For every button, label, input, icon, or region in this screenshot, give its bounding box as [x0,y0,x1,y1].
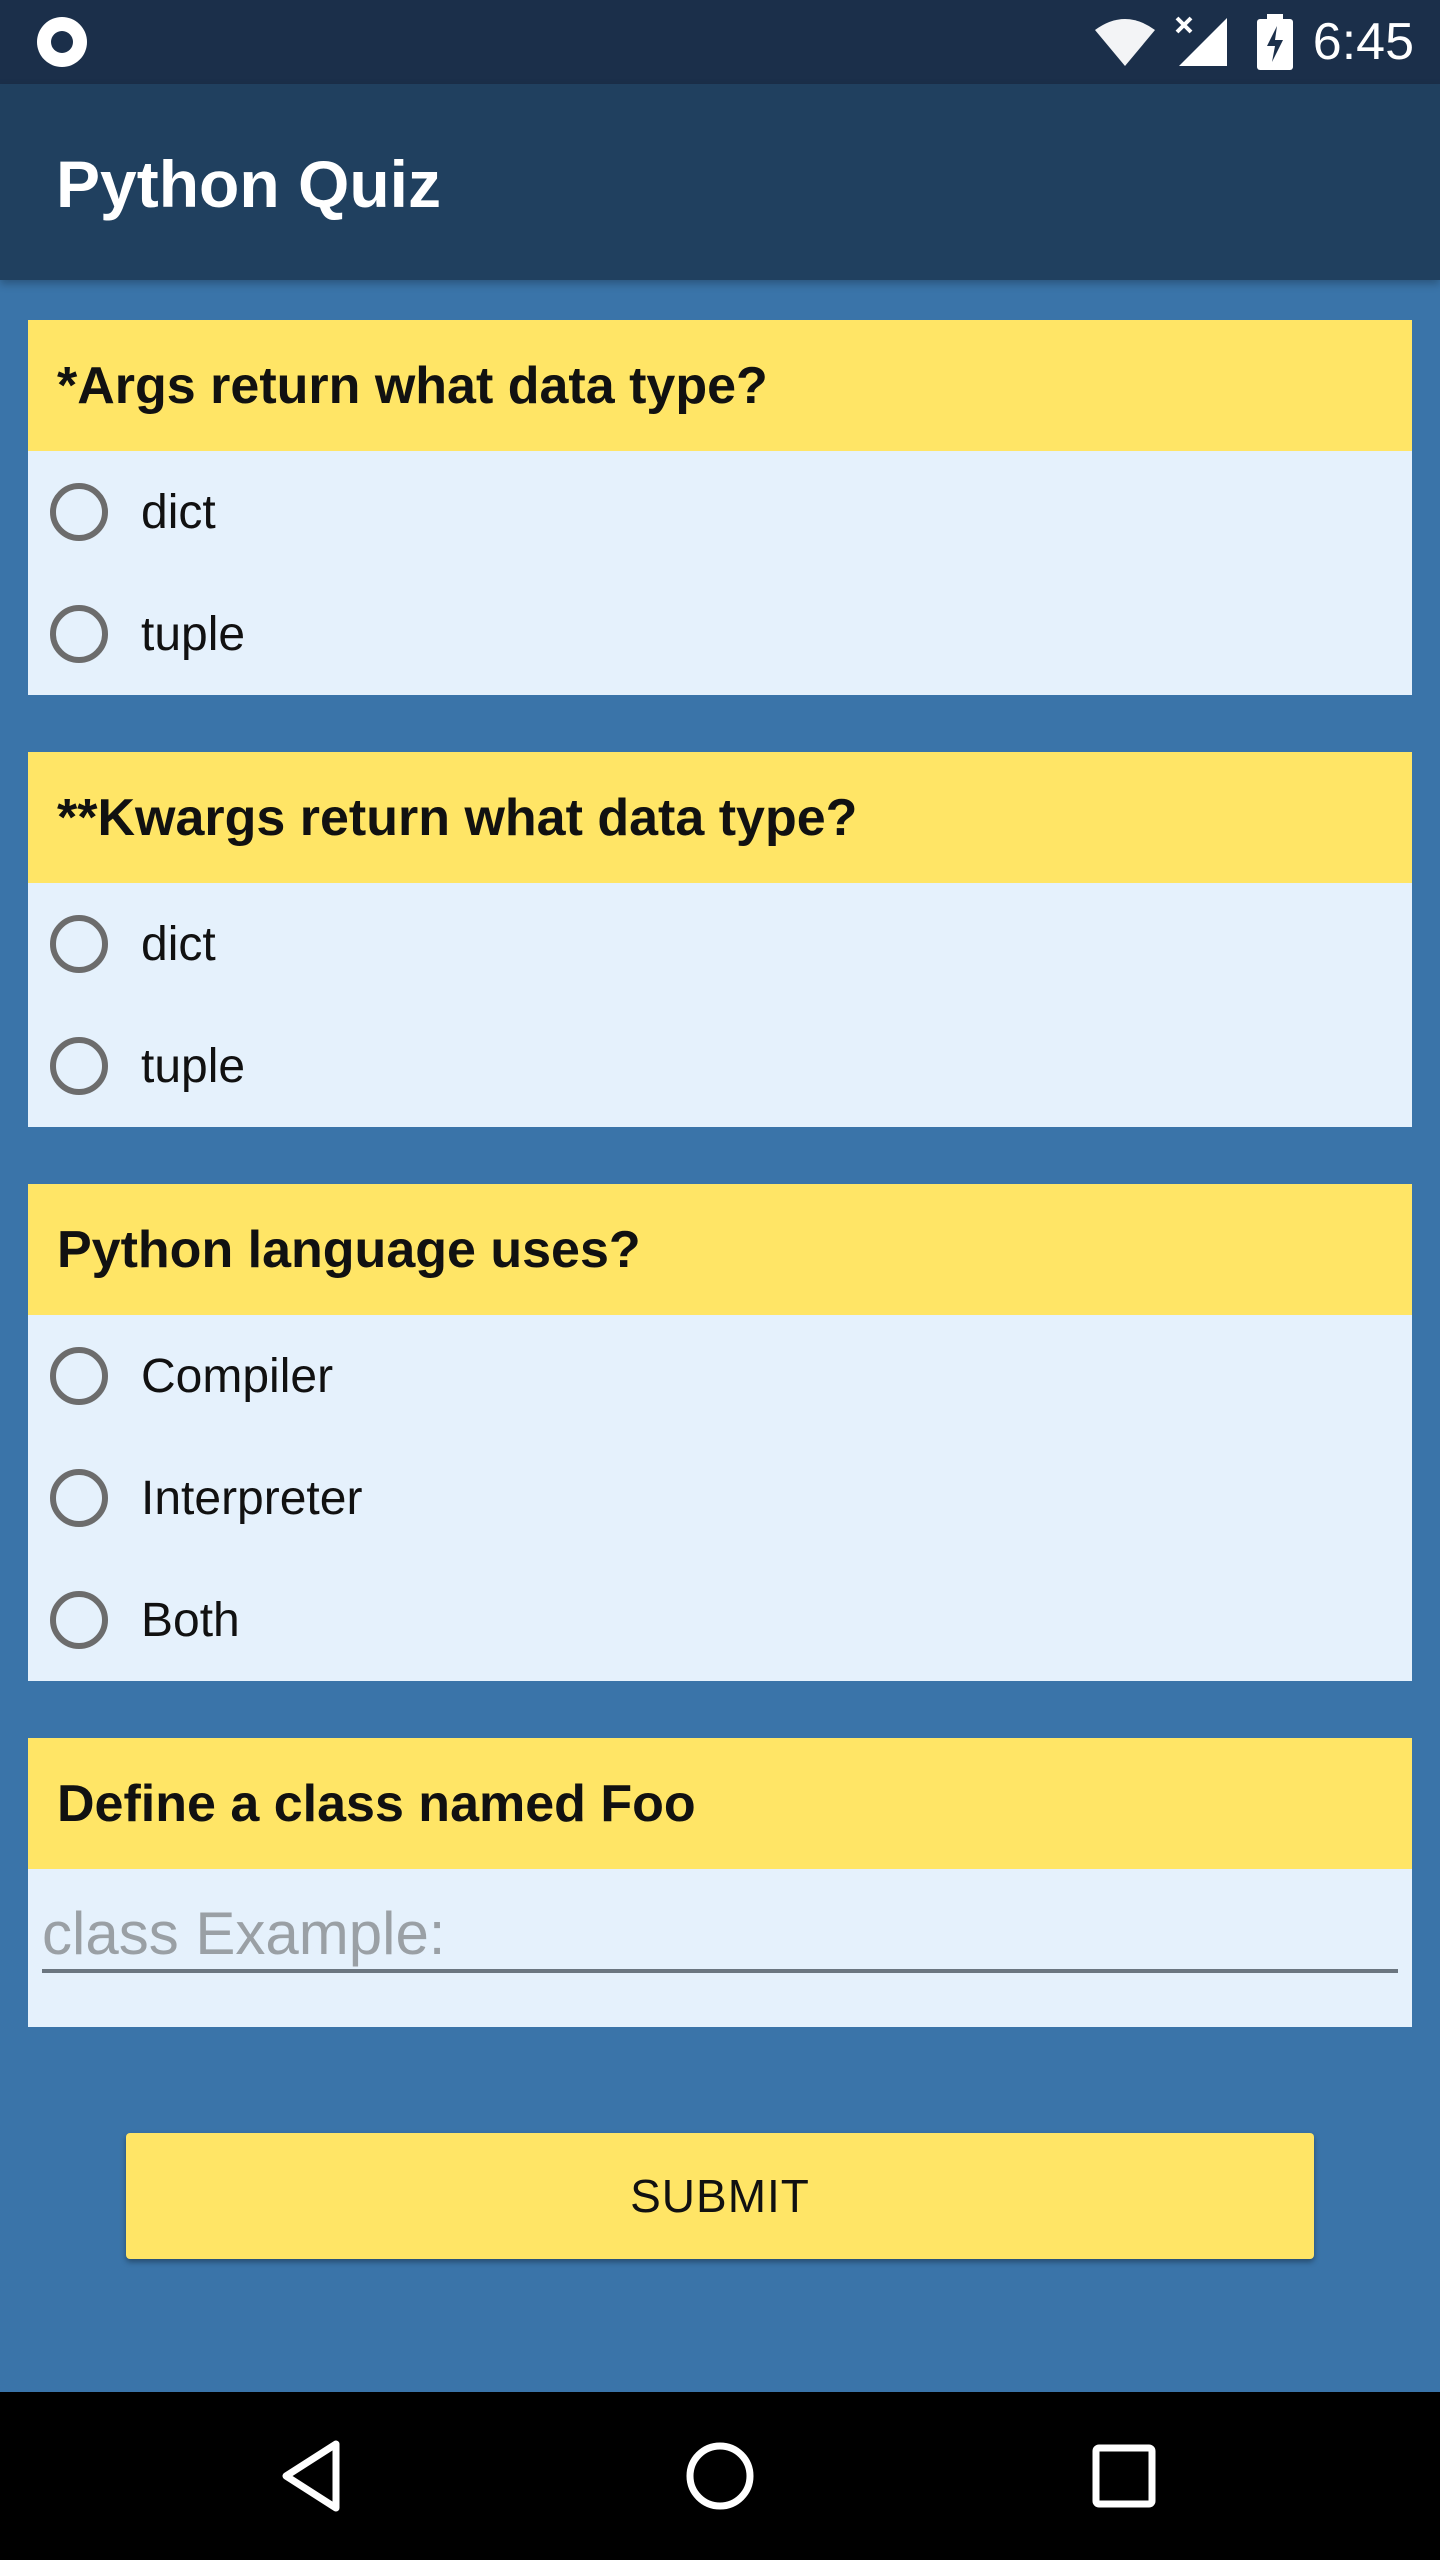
battery-charging-icon [1256,14,1293,70]
question-title: **Kwargs return what data type? [28,752,1412,883]
question-title: Define a class named Foo [28,1738,1412,1869]
app-bar: Python Quiz [0,84,1440,280]
option-label: Compiler [141,1349,334,1403]
option-tuple[interactable]: tuple [28,1005,1412,1127]
radio-button[interactable] [50,1591,108,1649]
option-both[interactable]: Both [28,1559,1412,1681]
option-label: tuple [141,1039,246,1093]
option-dict[interactable]: dict [28,451,1412,573]
navigation-bar [0,2392,1440,2560]
status-icons: 6:45 [1093,0,1414,84]
radio-button[interactable] [50,483,108,541]
option-label: Interpreter [141,1471,363,1525]
radio-button[interactable] [50,1469,108,1527]
option-label: dict [141,485,216,539]
question-card-1: *Args return what data type? dict tuple [28,320,1412,695]
option-compiler[interactable]: Compiler [28,1315,1412,1437]
question-title: Python language uses? [28,1184,1412,1315]
option-interpreter[interactable]: Interpreter [28,1437,1412,1559]
back-icon[interactable] [274,2434,358,2518]
option-label: dict [141,917,216,971]
radio-button[interactable] [50,1037,108,1095]
option-tuple[interactable]: tuple [28,573,1412,695]
question-title: *Args return what data type? [28,320,1412,451]
option-dict[interactable]: dict [28,883,1412,1005]
status-bar: 6:45 [0,0,1440,84]
answer-field-container [28,1869,1412,2027]
signal-icon [1175,16,1227,66]
radio-button[interactable] [50,915,108,973]
recents-icon[interactable] [1082,2434,1166,2518]
submit-button[interactable]: SUBMIT [126,2133,1314,2259]
option-label: tuple [141,607,246,661]
question-card-2: **Kwargs return what data type? dict tup… [28,752,1412,1127]
radio-button[interactable] [50,605,108,663]
notification-dot-icon [37,17,87,67]
home-icon[interactable] [678,2434,762,2518]
class-answer-input[interactable] [42,1897,1398,1973]
question-card-3: Python language uses? Compiler Interpret… [28,1184,1412,1681]
radio-button[interactable] [50,1347,108,1405]
app-title: Python Quiz [56,147,441,221]
question-card-4: Define a class named Foo [28,1738,1412,2027]
status-time: 6:45 [1312,13,1414,71]
wifi-icon [1094,19,1155,66]
option-label: Both [141,1593,240,1647]
